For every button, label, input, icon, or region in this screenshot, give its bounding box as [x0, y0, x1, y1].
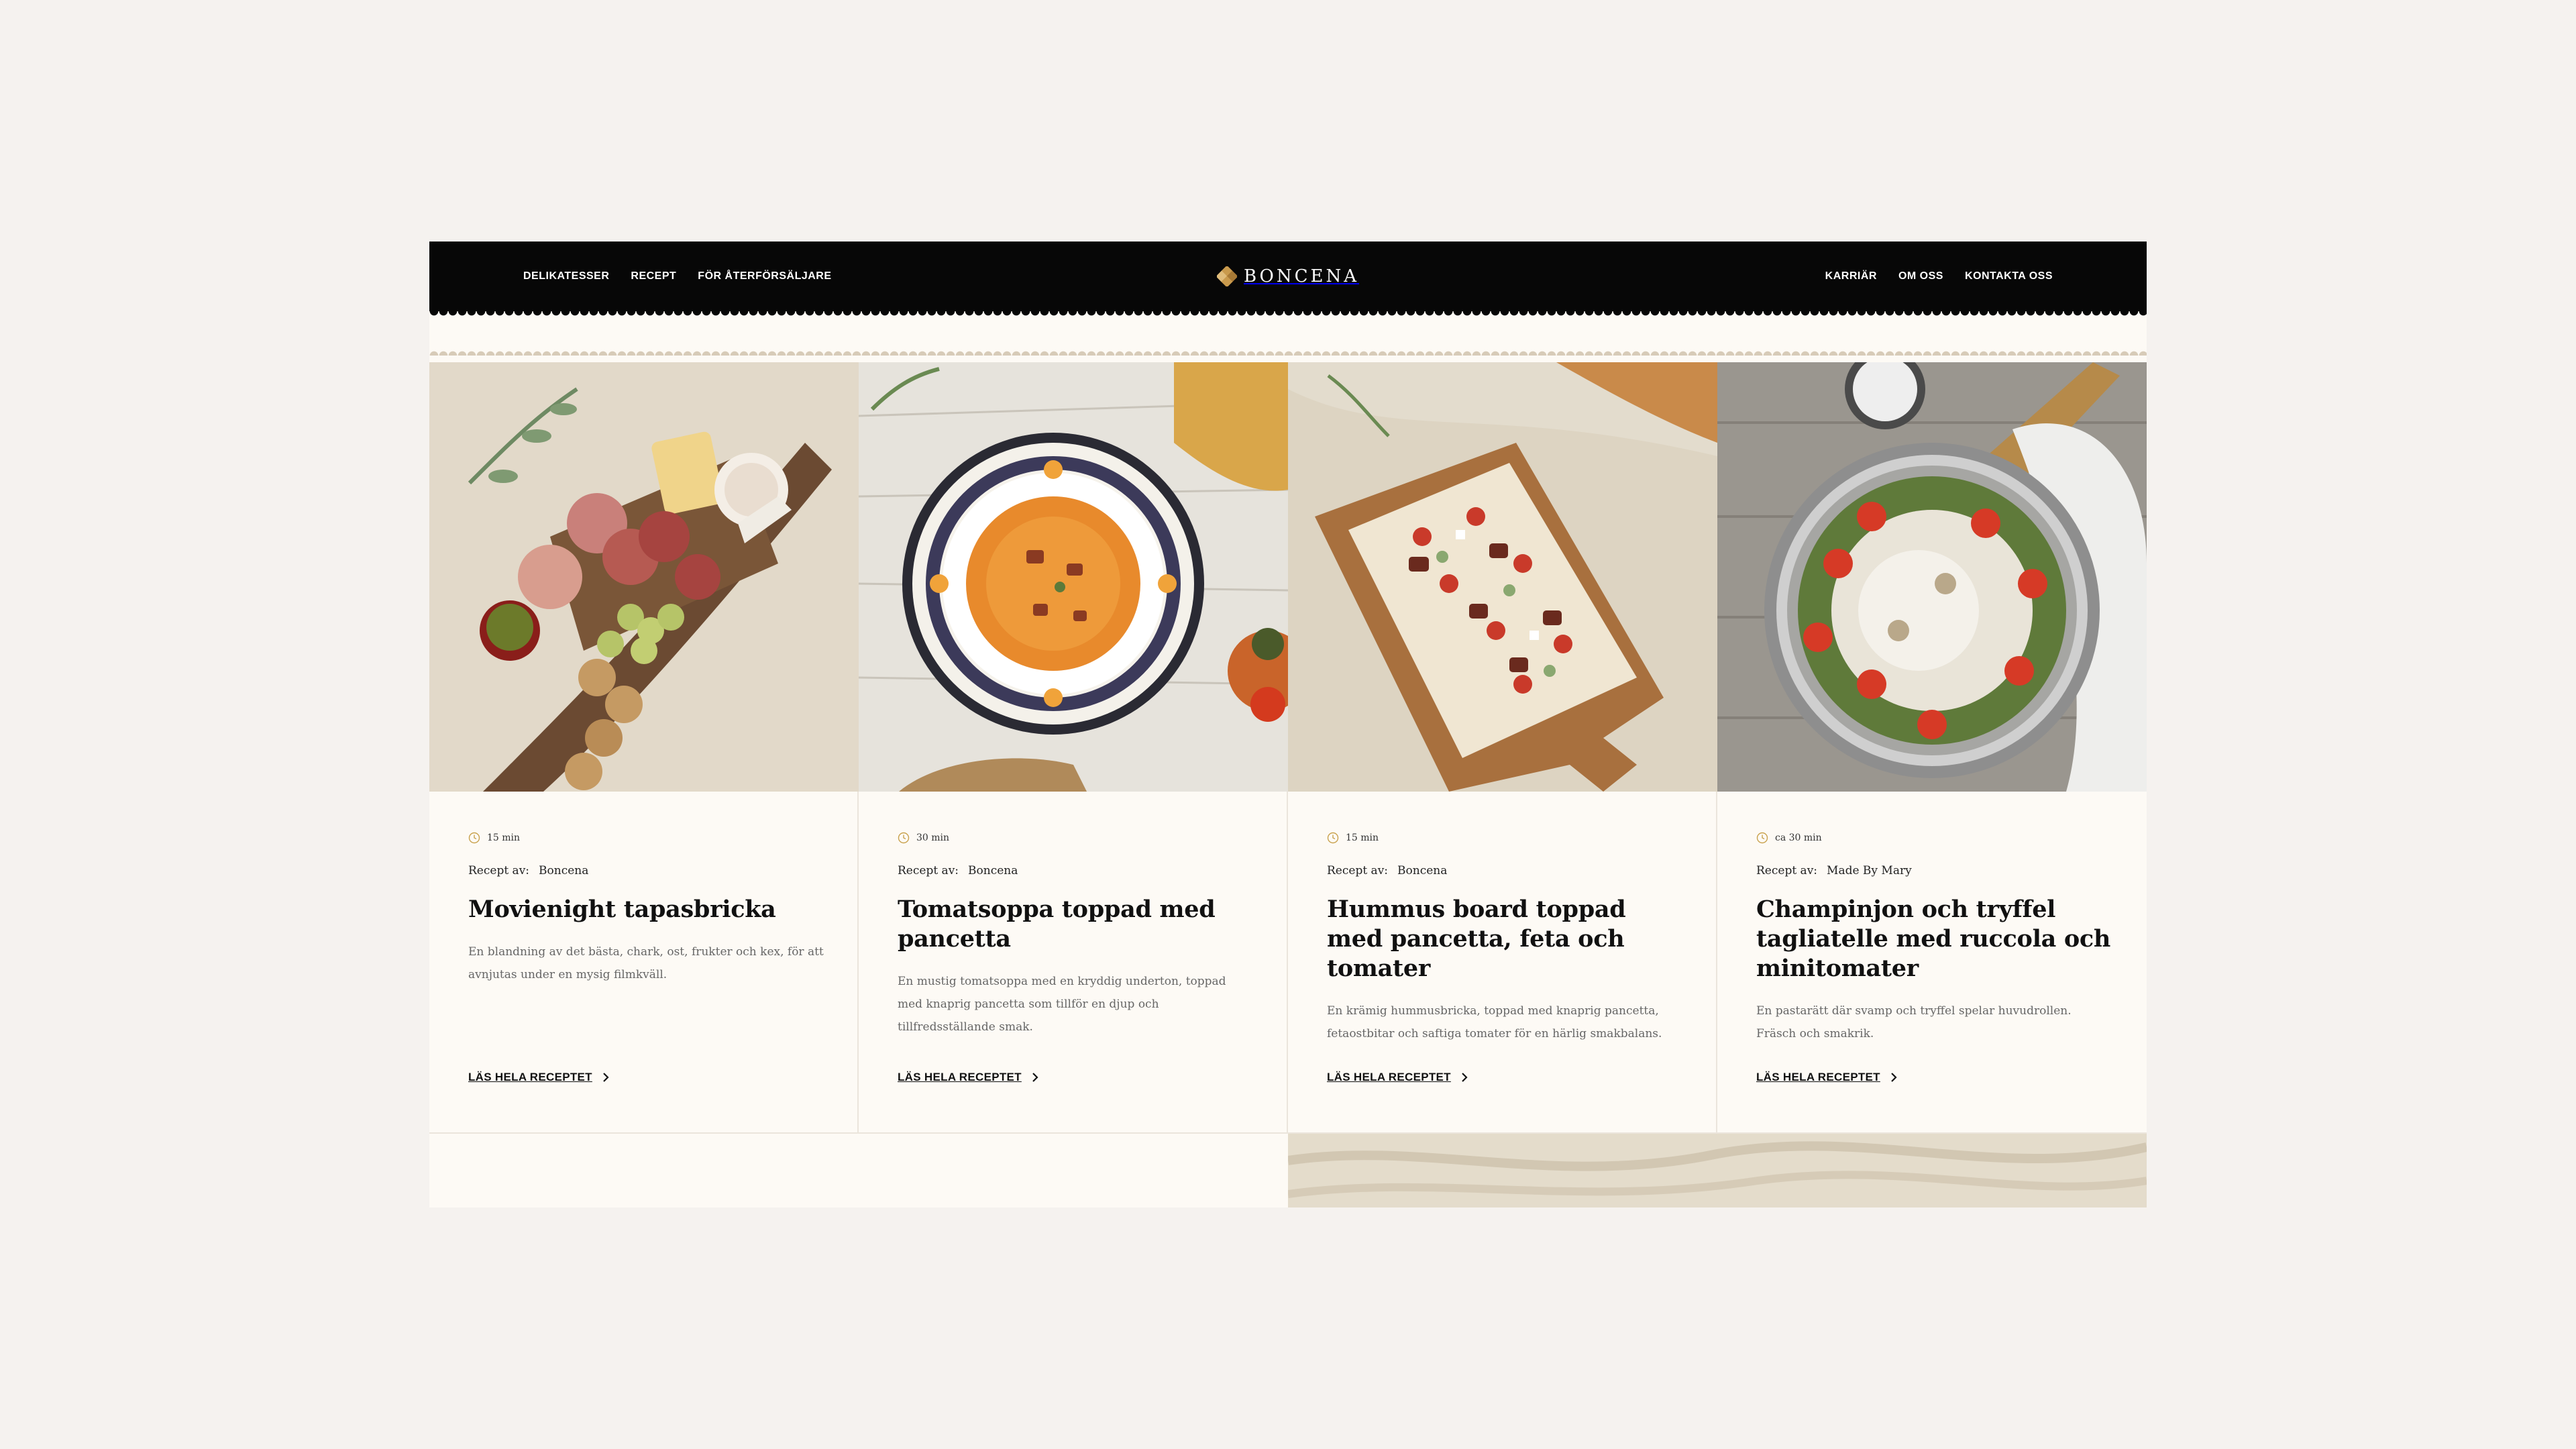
secondary-nav: KARRIÄR OM OSS KONTAKTA OSS: [1825, 241, 2053, 311]
recipe-author: Recept av: Boncena: [898, 864, 1253, 877]
clock-icon: [468, 832, 480, 844]
recipe-time: 15 min: [1327, 832, 1682, 844]
recipe-time: 15 min: [468, 832, 824, 844]
read-full-recipe-link[interactable]: LÄS HELA RECEPTET: [898, 1071, 1039, 1084]
brand-name: BONCENA: [1243, 266, 1360, 286]
recipe-card-body: 15 min Recept av: Boncena Hummus board to…: [1327, 832, 1682, 1045]
recipe-title[interactable]: Hummus board toppad med pancetta, feta o…: [1327, 895, 1682, 983]
read-full-recipe-label: LÄS HELA RECEPTET: [898, 1071, 1022, 1083]
chevron-right-icon: [1891, 1073, 1897, 1082]
pasta-pan-photo[interactable]: [1717, 362, 2147, 792]
recipe-author-label: Recept av:: [1327, 864, 1389, 877]
nav-recept[interactable]: RECEPT: [631, 270, 676, 282]
chevron-right-icon: [603, 1073, 609, 1082]
recipe-title[interactable]: Champinjon och tryffel tagliatelle med r…: [1756, 895, 2112, 983]
recipe-author-label: Recept av:: [898, 864, 959, 877]
nav-kontakta-oss[interactable]: KONTAKTA OSS: [1965, 270, 2053, 282]
recipe-time-text: 30 min: [916, 833, 950, 843]
read-full-recipe-label: LÄS HELA RECEPTET: [1756, 1071, 1880, 1083]
charcuterie-board-photo[interactable]: [429, 362, 859, 792]
recipe-title[interactable]: Movienight tapasbricka: [468, 895, 824, 924]
clock-icon: [1756, 832, 1768, 844]
linen-background-photo: [1288, 1134, 2147, 1208]
read-full-recipe-link[interactable]: LÄS HELA RECEPTET: [1327, 1071, 1468, 1084]
recipe-author-name: Boncena: [1397, 864, 1448, 877]
recipe-grid: 15 min Recept av: Boncena Movienight tapa…: [429, 362, 2147, 1134]
chevron-right-icon: [1032, 1073, 1038, 1082]
nav-karriar[interactable]: KARRIÄR: [1825, 270, 1877, 282]
recipe-card[interactable]: 15 min Recept av: Boncena Hummus board to…: [1288, 362, 1717, 1134]
recipe-title[interactable]: Tomatsoppa toppad med pancetta: [898, 895, 1253, 954]
recipe-card[interactable]: 15 min Recept av: Boncena Movienight tapa…: [429, 362, 859, 1134]
chevron-right-icon: [1462, 1073, 1468, 1082]
recipe-author: Recept av: Made By Mary: [1756, 864, 2112, 877]
read-full-recipe-label: LÄS HELA RECEPTET: [468, 1071, 592, 1083]
recipe-time: 30 min: [898, 832, 1253, 844]
brand-logo[interactable]: BONCENA: [1216, 241, 1360, 311]
recipe-author-name: Boncena: [539, 864, 589, 877]
recipe-card[interactable]: ca 30 min Recept av: Made By Mary Champin…: [1717, 362, 2147, 1134]
recipe-card[interactable]: 30 min Recept av: Boncena Tomatsoppa topp…: [859, 362, 1288, 1134]
recipe-author-label: Recept av:: [468, 864, 530, 877]
clock-icon: [898, 832, 910, 844]
nav-aterforsaljare[interactable]: FÖR ÅTERFÖRSÄLJARE: [698, 270, 831, 282]
read-full-recipe-link[interactable]: LÄS HELA RECEPTET: [468, 1071, 610, 1084]
recipe-author-label: Recept av:: [1756, 864, 1818, 877]
recipe-time-text: ca 30 min: [1775, 833, 1822, 843]
hummus-board-photo[interactable]: [1288, 362, 1717, 792]
primary-nav: DELIKATESSER RECEPT FÖR ÅTERFÖRSÄLJARE: [523, 241, 832, 311]
read-full-recipe-link[interactable]: LÄS HELA RECEPTET: [1756, 1071, 1898, 1084]
read-full-recipe-label: LÄS HELA RECEPTET: [1327, 1071, 1451, 1083]
recipe-card-body: 30 min Recept av: Boncena Tomatsoppa topp…: [898, 832, 1253, 1038]
recipe-author-name: Made By Mary: [1827, 864, 1912, 877]
recipe-time: ca 30 min: [1756, 832, 2112, 844]
recipe-description: En krämig hummusbricka, toppad med knapr…: [1327, 1004, 1662, 1040]
recipe-description: En blandning av det bästa, chark, ost, f…: [468, 945, 824, 981]
photos-scalloped-edge: [429, 349, 2147, 356]
clock-icon: [1327, 832, 1339, 844]
diamond-logo-icon: [1216, 266, 1237, 286]
recipe-time-text: 15 min: [1346, 833, 1379, 843]
recipe-author: Recept av: Boncena: [1327, 864, 1682, 877]
recipe-description: En mustig tomatsoppa med en kryddig unde…: [898, 975, 1226, 1034]
header-scalloped-edge: [429, 311, 2147, 318]
nav-delikatesser[interactable]: DELIKATESSER: [523, 270, 609, 282]
recipe-card-body: ca 30 min Recept av: Made By Mary Champin…: [1756, 832, 2112, 1045]
recipe-author-name: Boncena: [968, 864, 1018, 877]
top-navigation-bar: DELIKATESSER RECEPT FÖR ÅTERFÖRSÄLJARE B…: [429, 241, 2147, 311]
tomato-soup-photo[interactable]: [859, 362, 1288, 792]
recipe-time-text: 15 min: [487, 833, 521, 843]
nav-om-oss[interactable]: OM OSS: [1898, 270, 1943, 282]
recipe-author: Recept av: Boncena: [468, 864, 824, 877]
recipe-description: En pastarätt där svamp och tryffel spela…: [1756, 1004, 2072, 1040]
recipe-card-body: 15 min Recept av: Boncena Movienight tapa…: [468, 832, 824, 986]
page-frame: DELIKATESSER RECEPT FÖR ÅTERFÖRSÄLJARE B…: [429, 241, 2147, 1208]
